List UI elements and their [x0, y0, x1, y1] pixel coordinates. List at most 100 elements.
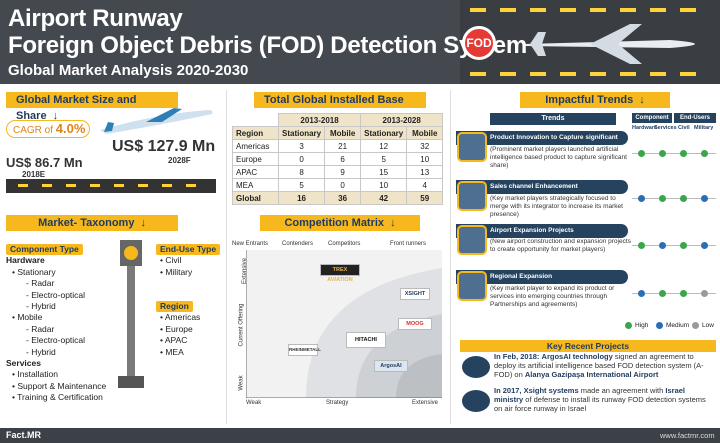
installed-base-table: 2013-2018 2013-2028 Region Stationary Mo… [232, 113, 444, 205]
table-total-row: Global 16 36 42 59 [232, 191, 444, 205]
table-cell: 8 [277, 165, 326, 179]
rating-dot [659, 242, 666, 249]
table-cell: MEA [232, 178, 279, 192]
table-cell: 5 [277, 178, 326, 192]
table-cell: 16 [277, 191, 326, 205]
table-cell: 4 [406, 178, 444, 192]
hardware-label: Hardware [6, 255, 45, 266]
table-period: 2013-2018 [277, 113, 362, 127]
matrix-col-label: Contenders [282, 241, 314, 247]
airplane-icon [525, 24, 695, 64]
cagr-value: 4.0% [55, 121, 86, 136]
apac-item: • APAC [160, 335, 188, 346]
table-header-row: Region Stationary Mobile Stationary Mobi… [232, 126, 444, 140]
table-cell: 42 [360, 191, 408, 205]
table-cell: Europe [232, 152, 279, 166]
title-line-1: Airport Runway [8, 5, 183, 32]
table-cell: 9 [324, 165, 362, 179]
legend-high-label: High [635, 322, 649, 329]
project-1-date: In Feb, 2018: [494, 352, 540, 361]
legend-low-label: Low [702, 322, 714, 329]
rating-dot [638, 242, 645, 249]
rating-dot [659, 290, 666, 297]
runway-light-icon [118, 240, 144, 388]
civil-col: Civil [678, 125, 690, 131]
xsight-logo: XSIGHT [400, 288, 430, 300]
end-use-list: End-Use Type • Civil • Military [156, 244, 236, 278]
table-cell: 0 [277, 152, 326, 166]
legend-medium-label: Medium [666, 322, 690, 329]
legend-high-dot [625, 322, 632, 329]
trends-column-label: Trends [490, 113, 616, 125]
installation-item: • Installation [12, 369, 58, 380]
table-header: Mobile [324, 126, 362, 140]
matrix-heading: Competition Matrix ↓ [260, 215, 420, 231]
project-2-text: made an agreement with [580, 386, 664, 395]
component-type-label: Component Type [6, 244, 83, 256]
trend-body: (Key market players strategically focuse… [490, 195, 623, 218]
table-cell [232, 113, 279, 127]
services-label: Services [6, 358, 41, 369]
project-1: In Feb, 2018: ArgosAI technology signed … [494, 352, 716, 379]
rating-dot [701, 150, 708, 157]
end-users-label: End-Users [674, 113, 716, 123]
y-axis-label: Weak [238, 375, 245, 391]
rating-dot [680, 195, 687, 202]
airplane-icon [100, 108, 213, 134]
runway-graphic [6, 179, 216, 193]
matrix-col-label: New Entrants [232, 241, 269, 247]
component-type-list: Component Type Hardware • Stationary - R… [6, 244, 126, 404]
mea-item: • MEA [160, 346, 184, 357]
table-header: Stationary [360, 126, 408, 140]
value-2018: US$ 86.7 Mn [6, 155, 83, 170]
table-cell: 12 [360, 139, 408, 153]
year-2018: 2018E [22, 170, 46, 179]
table-cell: 3 [277, 139, 326, 153]
argosai-logo: ArgosAI [374, 360, 408, 372]
title-line-2: Foreign Object Debris (FOD) Detection Sy… [8, 32, 527, 59]
year-2028: 2028F [168, 156, 191, 165]
installed-base-heading: Total Global Installed Base (Estimated) ↓ [254, 92, 426, 122]
rating-dot [659, 150, 666, 157]
cagr-label: CAGR of [13, 125, 54, 136]
footer [0, 428, 720, 443]
stationary-hybrid: - Hybrid [26, 301, 56, 312]
website-link[interactable]: www.factmr.com [660, 431, 715, 440]
table-period: 2013-2028 [360, 113, 444, 127]
table-cell: 13 [406, 165, 444, 179]
trend-body: (Key market player to expand its product… [490, 285, 615, 308]
table-cell: 21 [324, 139, 362, 153]
subtitle: Global Market Analysis 2020-2030 [8, 62, 249, 79]
hitachi-logo: HITACHI [346, 332, 386, 348]
rating-dot [638, 290, 645, 297]
table-header: Region [232, 126, 279, 140]
americas-item: • Americas [160, 312, 201, 323]
table-period-row: 2013-2018 2013-2028 [232, 113, 444, 127]
stationary-eo: - Electro-optical [26, 289, 86, 300]
table-header: Mobile [406, 126, 444, 140]
value-2028: US$ 127.9 Mn [112, 138, 216, 155]
moog-logo: MOOG [398, 318, 432, 330]
rating-dot [680, 150, 687, 157]
table-cell: 5 [360, 152, 408, 166]
table-row: MEA 5 0 10 4 [232, 178, 444, 192]
regional-expansion-icon [457, 271, 487, 301]
innovation-icon [457, 132, 487, 162]
table-cell: 10 [360, 178, 408, 192]
rating-dot [659, 195, 666, 202]
rating-dot [638, 150, 645, 157]
mobile-hybrid: - Hybrid [26, 346, 56, 357]
trends-heading: Impactful Trends ↓ [520, 92, 670, 108]
stationary-item: • Stationary [12, 266, 56, 277]
y-axis-label: Extensive [242, 257, 249, 285]
table-cell: Americas [232, 139, 279, 153]
legend-low-dot [692, 322, 699, 329]
table-cell: 15 [360, 165, 408, 179]
competition-matrix: New Entrants Contenders Competitors Fron… [232, 240, 444, 410]
rating-dot [701, 290, 708, 297]
divider [450, 90, 451, 424]
table-cell: APAC [232, 165, 279, 179]
x-axis-label: Weak [246, 400, 262, 406]
rating-dot [638, 195, 645, 202]
project-2: In 2017, Xsight systems made an agreemen… [494, 386, 716, 413]
